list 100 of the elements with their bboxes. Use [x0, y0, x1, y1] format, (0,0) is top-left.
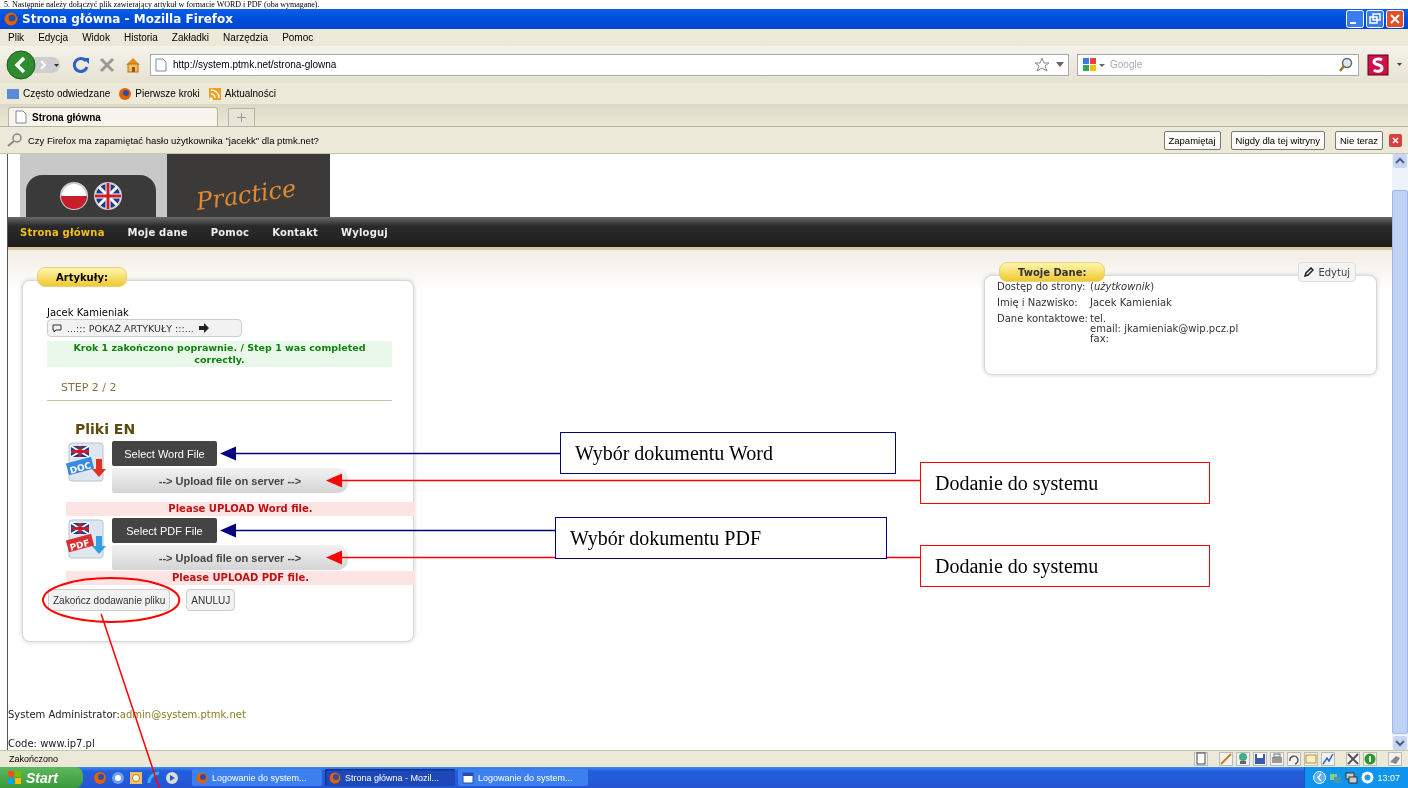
- scrollbar[interactable]: [1392, 154, 1408, 750]
- chevron-left-icon[interactable]: [1313, 771, 1327, 784]
- status-text: Zakończono: [9, 754, 60, 764]
- notification-button[interactable]: Nie teraz: [1335, 130, 1383, 150]
- finish-button[interactable]: Zakończ dodawanie pliku: [48, 589, 171, 611]
- restore-icon[interactable]: [1366, 10, 1384, 28]
- computers-icon[interactable]: [1345, 771, 1359, 784]
- dropdown-icon[interactable]: [1056, 61, 1064, 68]
- callout-box: Dodanie do systemu: [920, 545, 1210, 587]
- menu-item[interactable]: Zakładki: [171, 32, 210, 43]
- disc-icon[interactable]: [1361, 771, 1375, 784]
- edit-button[interactable]: Edytuj: [1298, 262, 1356, 282]
- url-text: http://system.ptmk.net/strona-glowna: [173, 59, 338, 70]
- nav-link[interactable]: Kontakt: [272, 226, 319, 238]
- menu-item[interactable]: Edycja: [38, 32, 69, 43]
- show-articles-button[interactable]: ...::: POKAŻ ARTYKUŁY :::...: [47, 319, 242, 337]
- callout-box: Wybór dokumentu Word: [560, 432, 896, 474]
- warning-message: Please UPLOAD PDF file.: [66, 571, 415, 585]
- scroll-down-icon: [1393, 736, 1407, 750]
- cancel-button[interactable]: ANULUJ: [186, 589, 236, 611]
- warning-message: Please UPLOAD Word file.: [66, 502, 415, 516]
- printer-icon[interactable]: [1270, 752, 1284, 766]
- windows-logo-icon: [8, 770, 22, 785]
- minimize-icon[interactable]: [1346, 10, 1364, 28]
- notification-button[interactable]: Zapamiętaj: [1163, 130, 1221, 150]
- page-icon: [155, 57, 167, 72]
- folder-icon: [6, 86, 20, 101]
- close-icon[interactable]: [1389, 133, 1402, 147]
- field-label: Imię i Nazwisko:: [997, 298, 1079, 308]
- menu-item[interactable]: Narzędzia: [223, 32, 269, 43]
- firefox-icon: [118, 86, 133, 101]
- firefox-icon: [4, 12, 18, 26]
- uk-flag-icon[interactable]: [93, 181, 123, 211]
- addon-icon[interactable]: [1367, 53, 1389, 76]
- search-engine-icon[interactable]: [1082, 56, 1106, 73]
- polish-flag-icon[interactable]: [59, 181, 89, 211]
- calendar-icon[interactable]: [129, 770, 143, 785]
- page-icon: [15, 110, 27, 124]
- notification-text: Czy Firefox ma zapamiętać hasło użytkownika "jacekk" dla ptmk.net?: [28, 134, 320, 146]
- author-name: Jacek Kamieniak: [47, 307, 129, 318]
- upload-button[interactable]: --> Upload file on server -->: [112, 545, 348, 570]
- logo-text: Practice: [194, 174, 298, 216]
- browser-tab[interactable]: Strona główna: [8, 107, 218, 126]
- stop-icon[interactable]: [98, 55, 116, 74]
- plus-icon: [237, 113, 246, 122]
- feed-icon: [207, 86, 222, 101]
- search-icon[interactable]: [1338, 56, 1354, 73]
- menu-item[interactable]: Plik: [8, 32, 25, 43]
- bookmark-item[interactable]: Często odwiedzane: [23, 88, 111, 99]
- close-icon[interactable]: [1386, 10, 1404, 28]
- pencil-icon: [1304, 267, 1315, 277]
- tools-icon[interactable]: [1346, 752, 1360, 766]
- reload-icon[interactable]: [72, 55, 90, 74]
- step-heading: STEP 2 / 2: [47, 381, 392, 401]
- card-title: Twoje Dane:: [999, 262, 1106, 282]
- callout-box: Wybór dokumentu PDF: [555, 517, 887, 559]
- section-heading: Pliki EN: [75, 421, 136, 437]
- home-icon[interactable]: [124, 55, 142, 74]
- field-label: Dostęp do strony:: [997, 282, 1087, 292]
- field-label: Dane kontaktowe:: [997, 314, 1089, 326]
- firefox-icon: [196, 771, 208, 784]
- taskbar-button[interactable]: Strona główna - Mozil...: [325, 769, 455, 786]
- menu-item[interactable]: Historia: [123, 32, 158, 43]
- window-title: Strona główna - Mozilla Firefox: [22, 12, 235, 26]
- nav-link[interactable]: Moje dane: [127, 226, 188, 238]
- chart-icon[interactable]: [1321, 752, 1335, 766]
- taskbar-button[interactable]: Logowanie do system...: [458, 769, 588, 786]
- save-icon[interactable]: [1253, 752, 1267, 766]
- select-file-button[interactable]: Select PDF File: [112, 518, 217, 543]
- field-value: fax:: [1090, 334, 1110, 344]
- clock: 13:07: [1377, 772, 1400, 783]
- success-message: Krok 1 zakończono poprawnie. / Step 1 was completed correctly.: [47, 341, 392, 367]
- page-icon[interactable]: [1194, 752, 1208, 766]
- nav-link[interactable]: Wyloguj: [341, 226, 388, 238]
- select-file-button[interactable]: Select Word File: [112, 441, 217, 466]
- scroll-up-icon: [1393, 154, 1407, 168]
- notification-button[interactable]: Nigdy dla tej witryny: [1230, 130, 1325, 150]
- media-icon[interactable]: [165, 770, 179, 785]
- callout-box: Dodanie do systemu: [920, 462, 1210, 504]
- bookmark-item[interactable]: Pierwsze kroki: [135, 88, 200, 99]
- bookmark-item[interactable]: Aktualności: [224, 88, 276, 99]
- field-value: tel.: [1090, 314, 1108, 324]
- address-bar[interactable]: http://system.ptmk.net/strona-glowna: [150, 53, 1069, 76]
- undo-icon[interactable]: [1287, 752, 1301, 766]
- nav-link[interactable]: Strona główna: [20, 226, 105, 238]
- upload-button[interactable]: --> Upload file on server -->: [112, 468, 348, 493]
- field-value: Jacek Kamieniak: [1090, 298, 1172, 308]
- menu-item[interactable]: Widok: [82, 32, 110, 43]
- dropdown-icon[interactable]: [1397, 62, 1402, 67]
- arrow-right-icon: [198, 323, 209, 333]
- search-box[interactable]: Google: [1077, 53, 1359, 76]
- key-icon: [6, 133, 22, 147]
- taskbar-button[interactable]: Logowanie do system...: [192, 769, 322, 786]
- menu-item[interactable]: Pomoc: [282, 32, 314, 43]
- document-text: 5. Następnie należy dołączyć plik zawierający artykuł w formacie WORD i PDF (oba wymagane).: [3, 0, 321, 9]
- pencil-icon[interactable]: [1219, 752, 1233, 766]
- star-icon[interactable]: [1034, 56, 1050, 73]
- card-title: Artykuły:: [37, 267, 127, 287]
- info-icon[interactable]: [1363, 752, 1377, 766]
- nav-link[interactable]: Pomoc: [210, 226, 250, 238]
